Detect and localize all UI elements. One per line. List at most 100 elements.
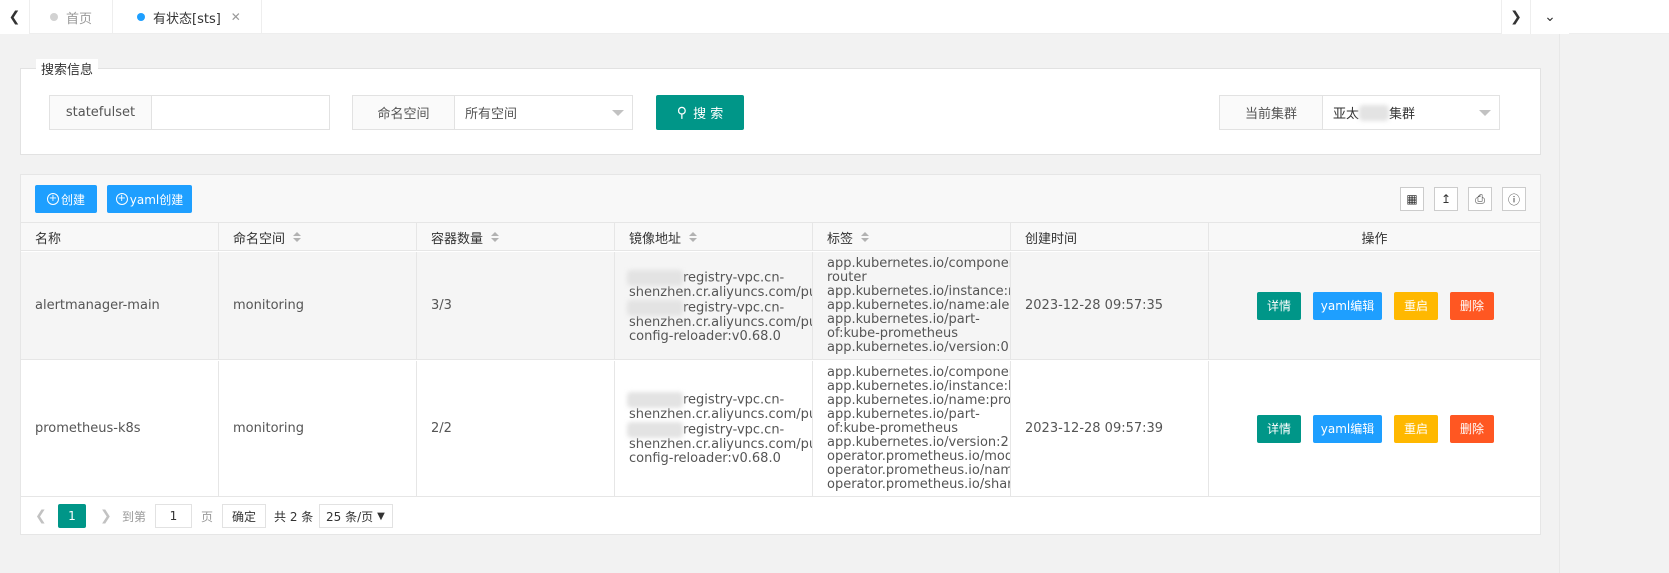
create-button[interactable]: + 创建 — [35, 185, 97, 213]
image-line: registry-vpc.cn- — [627, 421, 785, 438]
image-line: shenzhen.cr.aliyuncs.com/public — [629, 314, 812, 330]
tab-bar: ❮ 首页 有状态[sts] ✕ ❯ ⌄ — [0, 0, 1669, 34]
page-number-current[interactable]: 1 — [58, 504, 86, 528]
table-toolbar: + 创建 + yaml创建 ▦ ↥ ⎙ ⓘ — [21, 175, 1540, 223]
cell-labels: app.kubernetes.io/component:a router app… — [813, 252, 1011, 359]
cell-namespace: monitoring — [219, 252, 417, 359]
label-line: operator.prometheus.io/mode:s — [827, 448, 1010, 464]
header-labels-label: 标签 — [827, 231, 854, 247]
image-line: config-reloader:v0.68.0 — [629, 450, 781, 466]
page-scrollbar[interactable] — [1559, 34, 1569, 573]
table-row: alertmanager-main monitoring 3/3 registr… — [21, 252, 1540, 360]
prev-page-icon[interactable]: ❮ — [35, 504, 47, 528]
image-line-text: registry-vpc.cn- — [683, 422, 785, 437]
restart-button[interactable]: 重启 — [1394, 414, 1438, 443]
table-header: 名称 命名空间 容器数量 镜像地址 标签 创建时间 操作 — [21, 223, 1540, 251]
cluster-name-suffix: 集群 — [1389, 107, 1416, 122]
tab-home-label: 首页 — [66, 11, 93, 27]
image-line: shenzhen.cr.aliyuncs.com/public — [629, 284, 812, 300]
detail-button[interactable]: 详情 — [1257, 414, 1301, 443]
header-namespace[interactable]: 命名空间 — [219, 223, 417, 251]
export-icon[interactable]: ↥ — [1434, 187, 1458, 211]
label-line: of:kube-prometheus — [827, 325, 959, 341]
header-image[interactable]: 镜像地址 — [615, 223, 813, 251]
header-actions: 操作 — [1209, 223, 1540, 251]
header-actions-label: 操作 — [1361, 231, 1388, 247]
statefulset-input[interactable] — [152, 96, 329, 129]
redacted-blur — [1359, 104, 1390, 121]
label-line: of:kube-prometheus — [827, 420, 959, 436]
cell-labels: app.kubernetes.io/component:p app.kubern… — [813, 361, 1011, 496]
restart-button[interactable]: 重启 — [1394, 291, 1438, 320]
tab-home[interactable]: 首页 — [30, 0, 114, 34]
statefulset-table: + 创建 + yaml创建 ▦ ↥ ⎙ ⓘ 名称 命名空间 容器数量 镜像地址 … — [20, 174, 1541, 535]
next-page-icon[interactable]: ❯ — [100, 504, 112, 528]
image-line: registry-vpc.cn- — [627, 299, 785, 316]
tab-scroll-left-icon[interactable]: ❮ — [0, 0, 30, 34]
detail-button[interactable]: 详情 — [1257, 291, 1301, 320]
search-button-label: 搜 索 — [693, 107, 724, 122]
header-containers[interactable]: 容器数量 — [417, 223, 615, 251]
namespace-select-value: 所有空间 — [465, 107, 518, 122]
sort-icon[interactable] — [491, 232, 500, 242]
label-line: app.kubernetes.io/part- — [827, 406, 980, 422]
image-line-text: registry-vpc.cn- — [683, 270, 785, 285]
page-size-select[interactable]: 25 条/页 ▼ — [319, 504, 393, 528]
search-button[interactable]: ⚲ 搜 索 — [656, 95, 744, 130]
tab-statefulset[interactable]: 有状态[sts] ✕ — [117, 0, 262, 34]
pagination: ❮ 1 ❯ 到第 1 页 确定 共 2 条 25 条/页 ▼ — [21, 498, 1540, 535]
tab-menu-chevron-down-icon[interactable]: ⌄ — [1531, 0, 1569, 34]
tab-active-dot-icon — [137, 13, 145, 21]
delete-button[interactable]: 删除 — [1450, 291, 1494, 320]
label-line: router — [827, 269, 867, 285]
search-icon: ⚲ — [676, 104, 688, 121]
image-line: registry-vpc.cn- — [627, 391, 785, 408]
label-line: operator.prometheus.io/name:k — [827, 462, 1010, 478]
label-line: app.kubernetes.io/name:alertma — [827, 297, 1010, 313]
goto-confirm-button[interactable]: 确定 — [222, 504, 266, 528]
sort-icon[interactable] — [689, 232, 698, 242]
cell-created: 2023-12-28 09:57:39 — [1011, 361, 1209, 496]
image-line-text: registry-vpc.cn- — [683, 300, 785, 315]
delete-button[interactable]: 删除 — [1450, 414, 1494, 443]
cell-images: registry-vpc.cn- shenzhen.cr.aliyuncs.co… — [615, 252, 813, 359]
label-line: app.kubernetes.io/instance:k8s — [827, 378, 1011, 394]
image-line-text: registry-vpc.cn- — [683, 392, 785, 407]
header-created-label: 创建时间 — [1025, 231, 1078, 247]
sort-icon[interactable] — [293, 232, 302, 242]
yaml-edit-button[interactable]: yaml编辑 — [1313, 414, 1382, 443]
yaml-create-button[interactable]: + yaml创建 — [107, 185, 192, 213]
label-line: app.kubernetes.io/component:a — [827, 255, 1010, 271]
plus-circle-icon: + — [115, 193, 128, 205]
total-count: 共 2 条 — [274, 509, 314, 524]
header-created: 创建时间 — [1011, 223, 1209, 251]
yaml-edit-button[interactable]: yaml编辑 — [1313, 291, 1382, 320]
header-labels[interactable]: 标签 — [813, 223, 1011, 251]
print-icon[interactable]: ⎙ — [1468, 187, 1492, 211]
goto-label: 到第 — [122, 509, 147, 524]
cell-containers: 2/2 — [417, 361, 615, 496]
label-line: app.kubernetes.io/name:prome — [827, 392, 1011, 408]
cluster-select[interactable]: 亚太 集群 — [1323, 96, 1499, 129]
image-line: shenzhen.cr.aliyuncs.com/public — [629, 436, 812, 452]
cell-namespace: monitoring — [219, 361, 417, 496]
search-legend: 搜索信息 — [36, 59, 99, 78]
tab-close-icon[interactable]: ✕ — [231, 10, 241, 24]
columns-filter-icon[interactable]: ▦ — [1400, 187, 1424, 211]
cell-name: prometheus-k8s — [21, 361, 219, 496]
info-icon[interactable]: ⓘ — [1502, 187, 1526, 211]
goto-page-input[interactable]: 1 — [155, 504, 192, 528]
tab-scroll-right-icon[interactable]: ❯ — [1501, 0, 1531, 34]
image-line: config-reloader:v0.68.0 — [629, 328, 781, 344]
page-unit-label: 页 — [201, 509, 214, 524]
label-line: app.kubernetes.io/version:2.47. — [827, 434, 1010, 450]
header-name: 名称 — [21, 223, 219, 251]
redacted-blur — [627, 391, 683, 408]
cluster-name-prefix: 亚太 — [1333, 107, 1360, 122]
sort-icon[interactable] — [861, 232, 870, 242]
cell-created: 2023-12-28 09:57:35 — [1011, 252, 1209, 359]
tab-statefulset-label: 有状态[sts] — [153, 11, 221, 27]
cell-containers: 3/3 — [417, 252, 615, 359]
namespace-select[interactable]: 所有空间 — [455, 96, 632, 129]
header-containers-label: 容器数量 — [431, 231, 484, 247]
